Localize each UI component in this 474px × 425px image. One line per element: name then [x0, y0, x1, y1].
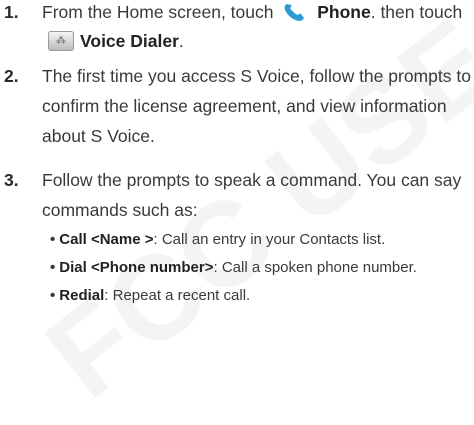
command-name: Redial — [59, 287, 105, 304]
step-2-line1: The first time you access S Voice, follo… — [42, 66, 471, 86]
step-1-intro: From the Home screen, touch — [42, 2, 274, 22]
step-3-line2: commands such as: — [42, 200, 198, 220]
bullet-dot: • — [50, 259, 56, 276]
list-item: • Dial <Phone number>: Call a spoken phon… — [50, 258, 417, 278]
list-item: • Call <Name >: Call an entry in your Con… — [50, 230, 385, 250]
step-1-text: From the Home screen, touch Phone. then … — [42, 0, 472, 25]
step-number: 2. — [4, 66, 19, 86]
bullet-dot: • — [50, 231, 56, 248]
phone-label: Phone — [317, 2, 371, 22]
step-3-line1: Follow the prompts to speak a command. Y… — [42, 170, 462, 190]
step-1-period: . — [178, 31, 184, 51]
command-name: Call <Name > — [59, 231, 154, 248]
voice-dialer-label: Voice Dialer — [80, 31, 179, 51]
command-description: : Call an entry in your Contacts list. — [153, 231, 386, 248]
step-2-line3: about S Voice. — [42, 126, 155, 146]
step-number: 1. — [4, 2, 19, 22]
command-description: : Call a spoken phone number. — [213, 259, 417, 276]
step-2-line2: confirm the license agreement, and view … — [42, 96, 447, 116]
list-item: • Redial: Repeat a recent call. — [50, 286, 250, 306]
command-description: : Repeat a recent call. — [104, 287, 251, 304]
step-1-line2: ⁂ Voice Dialer. — [48, 29, 474, 54]
bullet-dot: • — [50, 287, 56, 304]
step-number: 3. — [4, 170, 19, 190]
command-name: Dial <Phone number> — [59, 259, 214, 276]
voice-dialer-icon: ⁂ — [48, 31, 74, 51]
step-1-then: . then touch — [370, 2, 463, 22]
phone-handset-icon — [282, 2, 309, 22]
